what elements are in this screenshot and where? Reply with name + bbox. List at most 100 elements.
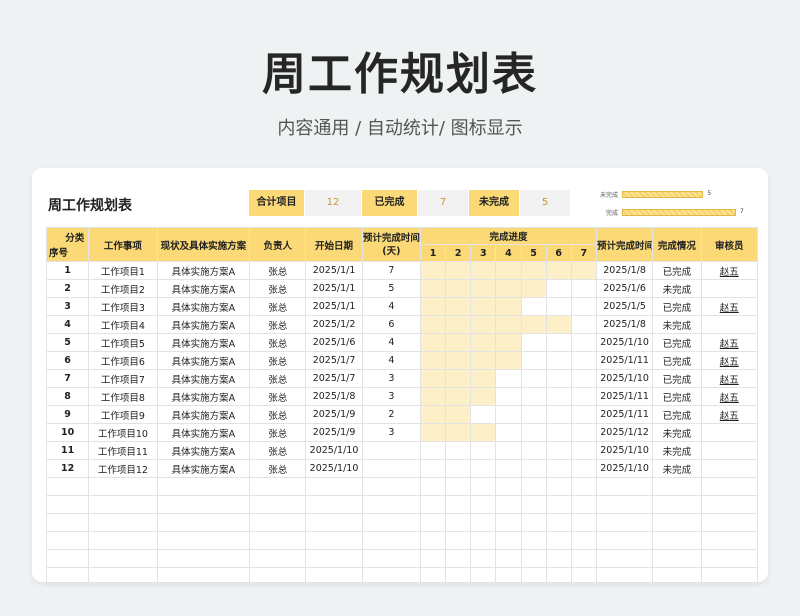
cell-start[interactable]: 2025/1/10: [305, 459, 363, 478]
cell-seq[interactable]: 4: [45, 315, 90, 334]
empty-cell[interactable]: [652, 513, 702, 532]
cell-end[interactable]: 2025/1/8: [595, 315, 654, 334]
empty-cell[interactable]: [45, 495, 90, 514]
cell-task[interactable]: 工作项目9: [88, 405, 158, 424]
empty-cell[interactable]: [249, 531, 307, 550]
empty-cell[interactable]: [249, 495, 307, 514]
cell-owner[interactable]: 张总: [249, 297, 307, 316]
cell-seq[interactable]: 11: [45, 441, 90, 460]
cell-reviewer[interactable]: 赵五: [700, 351, 759, 370]
cell-reviewer[interactable]: [700, 315, 759, 334]
empty-cell[interactable]: [470, 477, 497, 496]
empty-cell[interactable]: [361, 495, 422, 514]
empty-cell[interactable]: [545, 477, 572, 496]
cell-plan[interactable]: 具体实施方案A: [156, 405, 251, 424]
cell-status[interactable]: 已完成: [652, 405, 702, 424]
empty-cell[interactable]: [520, 549, 547, 568]
cell-owner[interactable]: 张总: [249, 369, 307, 388]
empty-cell[interactable]: [595, 477, 654, 496]
empty-cell[interactable]: [520, 531, 547, 550]
cell-start[interactable]: 2025/1/6: [305, 333, 363, 352]
empty-cell[interactable]: [445, 495, 472, 514]
cell-plan[interactable]: 具体实施方案A: [156, 297, 251, 316]
cell-reviewer[interactable]: [700, 423, 759, 442]
cell-task[interactable]: 工作项目1: [88, 261, 158, 280]
empty-cell[interactable]: [445, 513, 472, 532]
cell-status[interactable]: 未完成: [652, 423, 702, 442]
cell-reviewer[interactable]: [700, 459, 759, 478]
cell-plan[interactable]: 具体实施方案A: [156, 261, 251, 280]
cell-reviewer[interactable]: 赵五: [700, 333, 759, 352]
cell-days[interactable]: 4: [361, 297, 422, 316]
empty-cell[interactable]: [305, 567, 363, 586]
empty-cell[interactable]: [700, 513, 759, 532]
cell-days[interactable]: [361, 459, 422, 478]
cell-days[interactable]: 6: [361, 315, 422, 334]
cell-task[interactable]: 工作项目11: [88, 441, 158, 460]
empty-cell[interactable]: [156, 495, 251, 514]
empty-cell[interactable]: [45, 549, 90, 568]
empty-cell[interactable]: [595, 495, 654, 514]
empty-cell[interactable]: [88, 549, 158, 568]
cell-days[interactable]: 3: [361, 387, 422, 406]
empty-cell[interactable]: [595, 531, 654, 550]
empty-cell[interactable]: [652, 549, 702, 568]
empty-cell[interactable]: [570, 549, 597, 568]
cell-start[interactable]: 2025/1/7: [305, 351, 363, 370]
empty-cell[interactable]: [570, 567, 597, 586]
empty-cell[interactable]: [570, 513, 597, 532]
empty-cell[interactable]: [652, 531, 702, 550]
cell-status[interactable]: 未完成: [652, 441, 702, 460]
empty-cell[interactable]: [495, 495, 522, 514]
cell-days[interactable]: 4: [361, 333, 422, 352]
cell-task[interactable]: 工作项目8: [88, 387, 158, 406]
empty-cell[interactable]: [570, 495, 597, 514]
empty-cell[interactable]: [700, 477, 759, 496]
cell-end[interactable]: 2025/1/11: [595, 351, 654, 370]
cell-reviewer[interactable]: 赵五: [700, 405, 759, 424]
empty-cell[interactable]: [88, 531, 158, 550]
cell-plan[interactable]: 具体实施方案A: [156, 333, 251, 352]
empty-cell[interactable]: [419, 531, 447, 550]
empty-cell[interactable]: [495, 477, 522, 496]
cell-status[interactable]: 已完成: [652, 369, 702, 388]
empty-cell[interactable]: [520, 477, 547, 496]
cell-status[interactable]: 未完成: [652, 315, 702, 334]
empty-cell[interactable]: [305, 513, 363, 532]
cell-start[interactable]: 2025/1/9: [305, 405, 363, 424]
empty-cell[interactable]: [700, 567, 759, 586]
empty-cell[interactable]: [445, 531, 472, 550]
empty-cell[interactable]: [361, 513, 422, 532]
empty-cell[interactable]: [495, 567, 522, 586]
empty-cell[interactable]: [445, 567, 472, 586]
cell-task[interactable]: 工作项目6: [88, 351, 158, 370]
empty-cell[interactable]: [249, 567, 307, 586]
empty-cell[interactable]: [88, 513, 158, 532]
cell-days[interactable]: 5: [361, 279, 422, 298]
empty-cell[interactable]: [470, 531, 497, 550]
cell-start[interactable]: 2025/1/7: [305, 369, 363, 388]
cell-plan[interactable]: 具体实施方案A: [156, 441, 251, 460]
cell-owner[interactable]: 张总: [249, 351, 307, 370]
cell-start[interactable]: 2025/1/1: [305, 261, 363, 280]
cell-seq[interactable]: 6: [45, 351, 90, 370]
cell-plan[interactable]: 具体实施方案A: [156, 459, 251, 478]
cell-end[interactable]: 2025/1/6: [595, 279, 654, 298]
cell-seq[interactable]: 3: [45, 297, 90, 316]
empty-cell[interactable]: [570, 531, 597, 550]
cell-start[interactable]: 2025/1/1: [305, 297, 363, 316]
empty-cell[interactable]: [652, 495, 702, 514]
cell-end[interactable]: 2025/1/5: [595, 297, 654, 316]
empty-cell[interactable]: [470, 567, 497, 586]
empty-cell[interactable]: [156, 531, 251, 550]
cell-seq[interactable]: 10: [45, 423, 90, 442]
cell-start[interactable]: 2025/1/1: [305, 279, 363, 298]
cell-owner[interactable]: 张总: [249, 423, 307, 442]
empty-cell[interactable]: [520, 495, 547, 514]
cell-status[interactable]: 已完成: [652, 297, 702, 316]
empty-cell[interactable]: [419, 567, 447, 586]
empty-cell[interactable]: [419, 495, 447, 514]
empty-cell[interactable]: [445, 549, 472, 568]
empty-cell[interactable]: [249, 513, 307, 532]
empty-cell[interactable]: [249, 477, 307, 496]
